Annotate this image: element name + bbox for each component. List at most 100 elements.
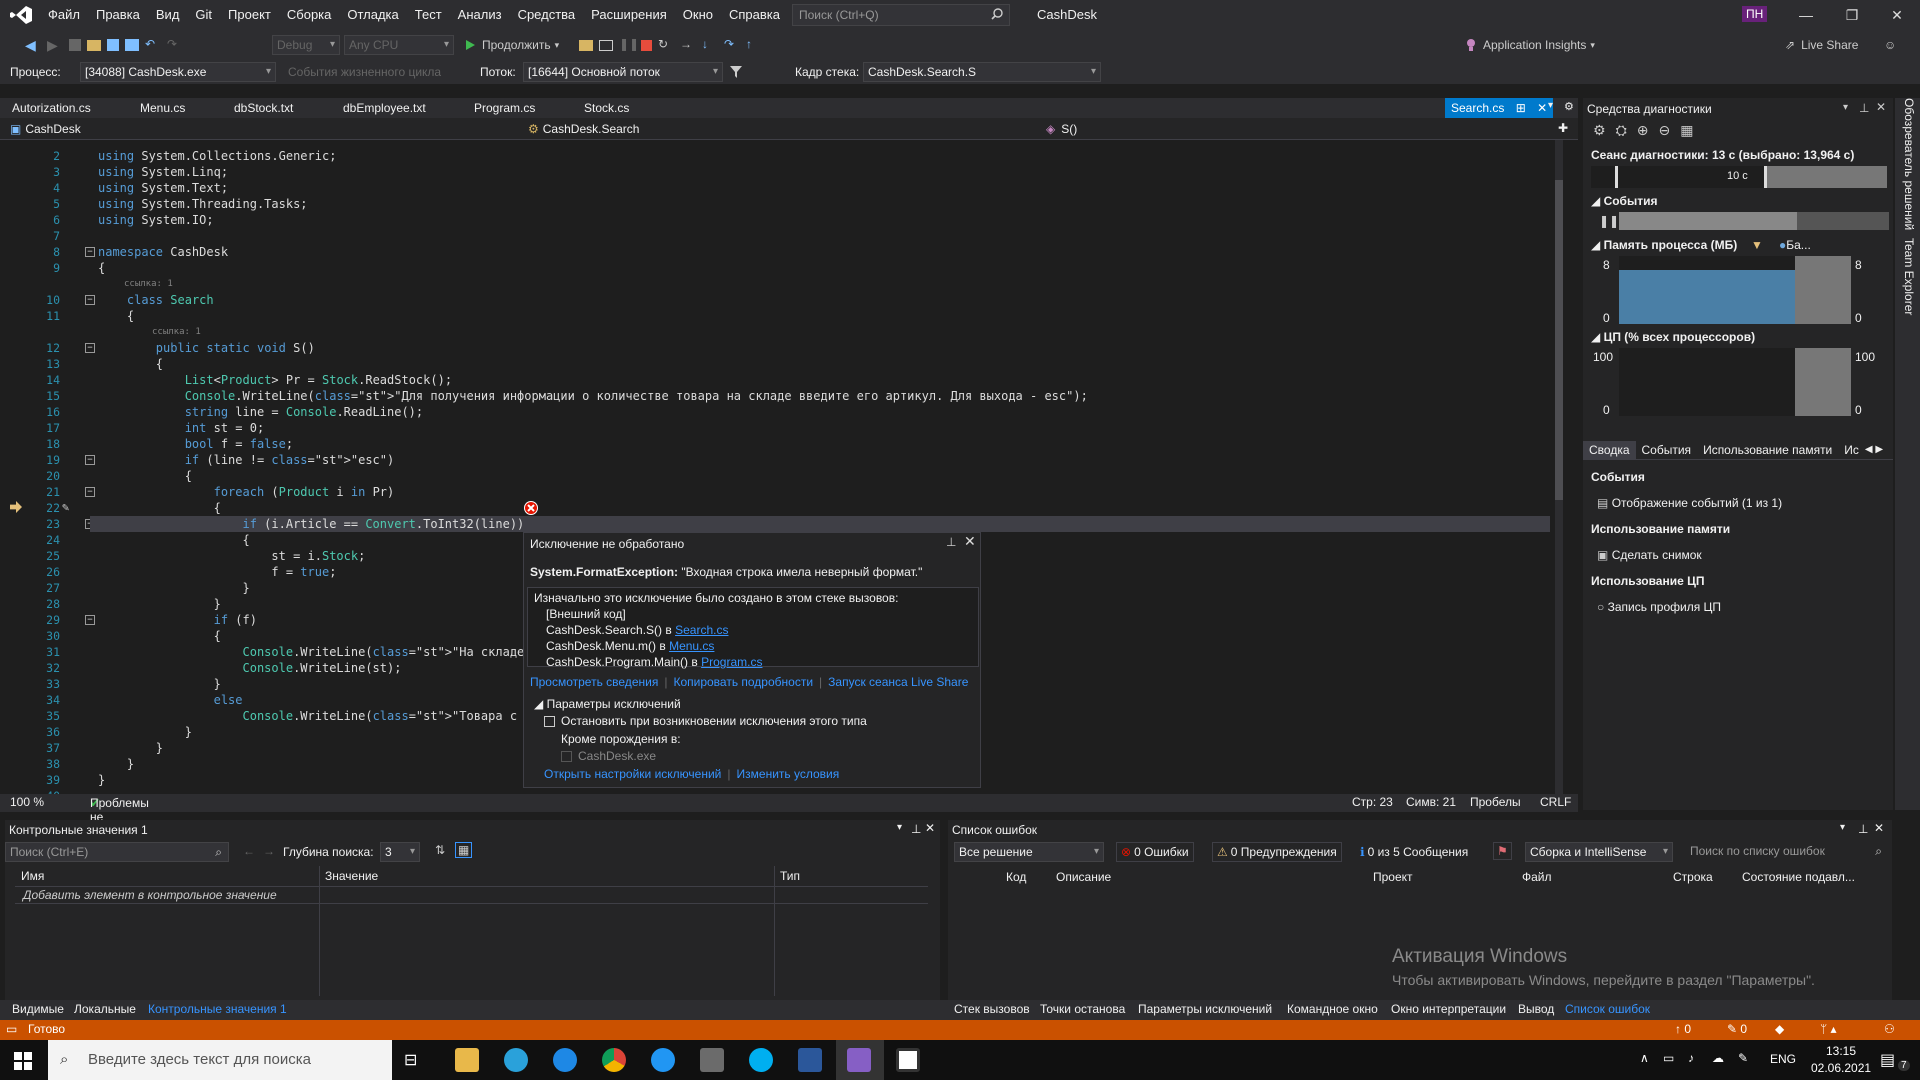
events-section[interactable]: ◢ События bbox=[1591, 194, 1657, 208]
tab-dbemployee[interactable]: dbEmployee.txt bbox=[343, 98, 426, 118]
code-line[interactable]: { bbox=[98, 532, 249, 548]
language-indicator[interactable]: ENG bbox=[1770, 1052, 1796, 1066]
tab-events[interactable]: События bbox=[1636, 441, 1698, 459]
settings-gear-icon[interactable]: ⚙ bbox=[1564, 100, 1574, 113]
close-window-button[interactable]: ✕ bbox=[1874, 0, 1920, 30]
class-select[interactable]: ⚙ CashDesk.Search bbox=[528, 120, 1038, 138]
code-line[interactable]: { bbox=[98, 628, 221, 644]
stack-frame-select[interactable]: CashDesk.Search.S bbox=[863, 62, 1101, 82]
zoom-select[interactable]: 100 % bbox=[10, 795, 44, 809]
zoom-in-icon[interactable]: ⊕ bbox=[1637, 122, 1649, 139]
tab-cpu-usage[interactable]: Ис bbox=[1838, 441, 1865, 459]
code-line[interactable]: Console.WriteLine(class="st">"Для получе… bbox=[98, 388, 1088, 404]
tab-memory-usage[interactable]: Использование памяти bbox=[1697, 441, 1838, 459]
memory-section[interactable]: ◢ Память процесса (МБ) bbox=[1591, 238, 1737, 252]
tab-breakpoints[interactable]: Точки останова bbox=[1040, 1002, 1125, 1016]
code-line[interactable]: if (i.Article == Convert.ToInt32(line)) bbox=[90, 516, 1550, 532]
menu-item[interactable]: Вид bbox=[148, 0, 188, 30]
line-indicator[interactable]: Стр: 23 bbox=[1352, 795, 1393, 809]
code-line[interactable]: using System.Linq; bbox=[98, 164, 228, 180]
fold-toggle-icon[interactable]: − bbox=[85, 615, 95, 625]
search-depth-select[interactable]: 3 bbox=[380, 842, 420, 862]
search-forward-icon[interactable]: → bbox=[263, 844, 275, 858]
show-next-statement-icon[interactable]: → bbox=[680, 37, 696, 53]
fold-toggle-icon[interactable]: − bbox=[85, 455, 95, 465]
filter-icon[interactable]: ⇅ bbox=[435, 843, 445, 857]
telegram-icon[interactable] bbox=[504, 1048, 528, 1072]
tab-immediate-window[interactable]: Окно интерпретации bbox=[1391, 1002, 1506, 1016]
add-watch-row[interactable]: Добавить элемент в контрольное значение bbox=[15, 886, 928, 904]
thread-select[interactable]: [16644] Основной поток bbox=[523, 62, 723, 82]
code-line[interactable]: } bbox=[98, 772, 105, 788]
code-line[interactable]: { bbox=[98, 260, 105, 276]
settings-icon[interactable]: ⚙ bbox=[1593, 122, 1606, 139]
take-snapshot-button[interactable]: ▣ Сделать снимок bbox=[1597, 548, 1702, 562]
onedrive-icon[interactable]: ☁ bbox=[1712, 1051, 1724, 1065]
select-tools-icon[interactable]: ⛭ bbox=[1616, 122, 1627, 139]
task-view-icon[interactable]: ⊟ bbox=[404, 1050, 417, 1070]
tab-summary[interactable]: Сводка bbox=[1583, 440, 1636, 459]
watch-search-input[interactable]: Поиск (Ctrl+E) ⌕ bbox=[5, 842, 229, 862]
code-line[interactable]: using System.Text; bbox=[98, 180, 228, 196]
code-line[interactable]: using System.Collections.Generic; bbox=[98, 148, 336, 164]
show-events-link[interactable]: ▤ Отображение событий (1 из 1) bbox=[1597, 496, 1782, 510]
undo-icon[interactable]: ↶ bbox=[145, 37, 161, 53]
minimize-button[interactable]: — bbox=[1783, 0, 1829, 30]
pin-icon[interactable]: ⊥ bbox=[1858, 822, 1868, 836]
windows-start-icon[interactable] bbox=[14, 1052, 32, 1070]
code-line[interactable]: { bbox=[98, 500, 221, 516]
tab-exception-settings[interactable]: Параметры исключений bbox=[1138, 1002, 1272, 1016]
zoom-icon[interactable] bbox=[651, 1048, 675, 1072]
visual-studio-icon[interactable] bbox=[847, 1048, 871, 1072]
member-select[interactable]: ◈ S() bbox=[1046, 120, 1546, 138]
code-line[interactable]: if (line != class="st">"esc") bbox=[98, 452, 395, 468]
filter-icon[interactable] bbox=[730, 66, 742, 78]
process-select[interactable]: [34088] CashDesk.exe bbox=[80, 62, 276, 82]
code-line[interactable]: { bbox=[98, 356, 163, 372]
code-line[interactable]: } bbox=[98, 596, 221, 612]
tab-search[interactable]: Search.cs ⊞ ✕ bbox=[1445, 98, 1554, 118]
tab-team-explorer[interactable]: Team Explorer bbox=[1900, 238, 1916, 315]
project-select[interactable]: ▣ CashDesk bbox=[10, 120, 520, 138]
fold-toggle-icon[interactable]: − bbox=[85, 487, 95, 497]
application-insights-button[interactable]: Application Insights ▾ bbox=[1465, 34, 1595, 56]
restart-icon[interactable]: ↻ bbox=[658, 37, 674, 53]
tab-error-list[interactable]: Список ошибок bbox=[1565, 1002, 1650, 1016]
code-line[interactable]: List<Product> Pr = Stock.ReadStock(); bbox=[98, 372, 452, 388]
pin-icon[interactable]: ⊥ bbox=[946, 535, 956, 549]
code-line[interactable]: Console.WriteLine(st); bbox=[98, 660, 402, 676]
step-into-icon[interactable]: ↓ bbox=[702, 37, 718, 53]
code-line[interactable]: { bbox=[98, 468, 192, 484]
exception-settings-header[interactable]: ◢ Параметры исключений bbox=[534, 697, 681, 711]
code-line[interactable]: namespace CashDesk bbox=[98, 244, 228, 260]
connect-icon[interactable] bbox=[553, 1048, 577, 1072]
filter-icon[interactable]: ⚑ bbox=[1493, 842, 1512, 860]
code-line[interactable]: } bbox=[98, 580, 249, 596]
git-icon[interactable]: ◆ bbox=[1775, 1022, 1784, 1036]
live-share-link[interactable]: Запуск сеанса Live Share bbox=[828, 675, 968, 689]
tab-command-window[interactable]: Командное окно bbox=[1287, 1002, 1378, 1016]
code-line[interactable]: else bbox=[98, 692, 243, 708]
menu-item[interactable]: Отладка bbox=[339, 0, 406, 30]
menu-item[interactable]: Средства bbox=[510, 0, 584, 30]
fold-toggle-icon[interactable]: − bbox=[85, 343, 95, 353]
folder-icon[interactable] bbox=[579, 39, 593, 51]
chrome-icon[interactable] bbox=[602, 1048, 626, 1072]
code-line[interactable]: if (f) bbox=[98, 612, 257, 628]
tab-locals[interactable]: Локальные bbox=[74, 1002, 136, 1016]
pen-icon[interactable]: ✎ bbox=[1738, 1051, 1748, 1065]
memory-graph[interactable] bbox=[1619, 256, 1851, 324]
user-badge[interactable]: ПН bbox=[1742, 6, 1768, 22]
changes-indicator[interactable]: ✎ 0 bbox=[1727, 1022, 1747, 1036]
menu-item[interactable]: Проект bbox=[220, 0, 279, 30]
pin-icon[interactable]: ⊥ bbox=[1859, 101, 1869, 115]
tab-dbstock[interactable]: dbStock.txt bbox=[234, 98, 293, 118]
code-line[interactable]: string line = Console.ReadLine(); bbox=[98, 404, 423, 420]
notifications-icon[interactable]: ▤ bbox=[1880, 1050, 1895, 1070]
warnings-filter-button[interactable]: ⚠ 0 Предупреждения bbox=[1212, 842, 1342, 862]
close-icon[interactable]: ✕ bbox=[964, 533, 976, 550]
code-line[interactable]: using System.IO; bbox=[98, 212, 214, 228]
events-track[interactable] bbox=[1619, 212, 1889, 230]
platform-select[interactable]: Any CPU bbox=[344, 35, 454, 55]
taskbar-search-input[interactable]: ⌕ Введите здесь текст для поиска bbox=[48, 1040, 392, 1080]
